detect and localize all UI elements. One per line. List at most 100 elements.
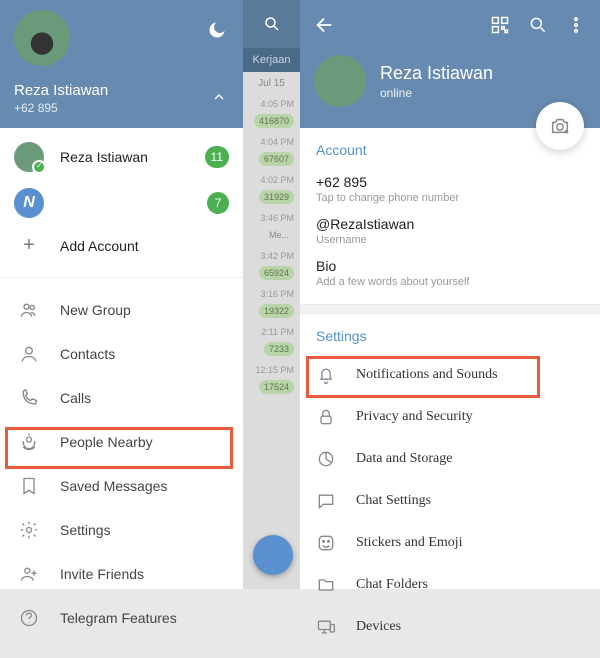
account-list: Reza Istiawan 11 N 7 + Add Account (0, 128, 243, 271)
invite-icon (14, 564, 44, 584)
bio-value: Bio (316, 258, 584, 274)
phone-icon (14, 388, 44, 408)
settings-header: Reza Istiawan online (300, 0, 600, 128)
back-icon[interactable] (314, 14, 336, 41)
chat-preview[interactable]: 12:15 PM17524 (243, 361, 300, 399)
chat-preview[interactable]: 4:02 PM31929 (243, 171, 300, 209)
bookmark-icon (14, 476, 44, 496)
chat-preview[interactable]: 2:11 PM7233 (243, 323, 300, 361)
lock-icon (316, 407, 336, 427)
menu-calls[interactable]: Calls (0, 376, 243, 420)
section-gap (300, 304, 600, 314)
profile-name: Reza Istiawan (380, 63, 493, 84)
menu-settings[interactable]: Settings (0, 508, 243, 552)
menu-contacts[interactable]: Contacts (0, 332, 243, 376)
phone-row[interactable]: +62 895 Tap to change phone number (316, 168, 584, 210)
settings-privacy[interactable]: Privacy and Security (300, 396, 600, 438)
bell-icon (316, 365, 336, 385)
group-icon (14, 300, 44, 320)
menu-new-group[interactable]: New Group (0, 288, 243, 332)
date-label: Jul 15 (243, 72, 300, 95)
divider (0, 277, 243, 278)
phone-sub: Tap to change phone number (316, 192, 584, 204)
chat-preview[interactable]: 3:16 PM19322 (243, 285, 300, 323)
emoji-icon (316, 533, 336, 553)
qr-icon[interactable] (490, 15, 510, 40)
chat-preview[interactable]: 4:04 PM67607 (243, 133, 300, 171)
active-check-icon (32, 160, 46, 174)
chat-preview-list: 4:05 PM416870 4:04 PM67607 4:02 PM31929 … (243, 95, 300, 399)
menu-invite-friends[interactable]: Invite Friends (0, 552, 243, 596)
settings-label: Stickers and Emoji (356, 535, 463, 551)
chevron-up-icon[interactable] (211, 89, 227, 110)
drawer-panel: Reza Istiawan +62 895 Reza Istiawan 11 N… (0, 0, 243, 589)
compose-fab[interactable] (253, 535, 293, 575)
night-mode-icon[interactable] (207, 20, 227, 45)
settings-folders[interactable]: Chat Folders (300, 564, 600, 606)
menu-label: Calls (60, 390, 91, 406)
settings-label: Chat Settings (356, 493, 431, 509)
pie-icon (316, 449, 336, 469)
folder-icon (316, 575, 336, 595)
menu-saved-messages[interactable]: Saved Messages (0, 464, 243, 508)
username-row[interactable]: @RezaIstiawan Username (316, 210, 584, 252)
nearby-icon (14, 432, 44, 452)
phone-value: +62 895 (316, 174, 584, 190)
more-icon[interactable] (566, 15, 586, 40)
gear-icon (14, 520, 44, 540)
settings-label: Chat Folders (356, 577, 428, 593)
settings-chat[interactable]: Chat Settings (300, 480, 600, 522)
plus-icon: + (14, 234, 44, 257)
section-title: Settings (300, 328, 600, 344)
settings-section: Settings Notifications and Sounds Privac… (300, 314, 600, 658)
avatar[interactable] (314, 55, 366, 107)
online-status: online (380, 86, 493, 100)
menu-label: Saved Messages (60, 478, 167, 494)
menu-label: Settings (60, 522, 111, 538)
add-account-row[interactable]: + Add Account (0, 226, 243, 265)
chat-preview[interactable]: 3:42 PM65924 (243, 247, 300, 285)
menu-label: New Group (60, 302, 131, 318)
folder-tab[interactable]: Kerjaan (243, 48, 300, 72)
unread-badge: 7 (207, 192, 229, 214)
username-value: @RezaIstiawan (316, 216, 584, 232)
chat-preview[interactable]: 4:05 PM416870 (243, 95, 300, 133)
bio-row[interactable]: Bio Add a few words about yourself (316, 252, 584, 294)
menu-label: Telegram Features (60, 610, 177, 626)
account-name: Reza Istiawan (60, 149, 189, 165)
settings-label: Notifications and Sounds (356, 367, 498, 383)
settings-data[interactable]: Data and Storage (300, 438, 600, 480)
avatar: N (14, 188, 44, 218)
username-sub: Username (316, 234, 584, 246)
unread-badge: 11 (205, 146, 229, 168)
avatar[interactable] (14, 10, 70, 66)
settings-devices[interactable]: Devices (300, 606, 600, 648)
account-row[interactable]: N 7 (0, 180, 243, 226)
chat-preview[interactable]: 3:46 PMMe... (243, 209, 300, 247)
person-icon (14, 344, 44, 364)
menu-telegram-features[interactable]: Telegram Features (0, 596, 243, 640)
settings-label: Devices (356, 619, 401, 635)
chat-list-strip: Kerjaan Jul 15 4:05 PM416870 4:04 PM6760… (243, 0, 300, 589)
account-row[interactable]: Reza Istiawan 11 (0, 134, 243, 180)
settings-screen: Reza Istiawan online Account +62 895 Tap… (300, 0, 600, 589)
help-icon (14, 608, 44, 628)
menu-label: People Nearby (60, 434, 153, 450)
settings-label: Data and Storage (356, 451, 452, 467)
menu-label: Contacts (60, 346, 115, 362)
account-section: Account +62 895 Tap to change phone numb… (300, 128, 600, 304)
menu-people-nearby[interactable]: People Nearby (0, 420, 243, 464)
settings-notifications[interactable]: Notifications and Sounds (300, 354, 600, 396)
menu-label: Invite Friends (60, 566, 144, 582)
add-account-label: Add Account (60, 238, 229, 254)
devices-icon (316, 617, 336, 637)
search-icon[interactable] (243, 0, 300, 48)
drawer-menu: New Group Contacts Calls People Nearby S… (0, 284, 243, 644)
profile-name: Reza Istiawan (14, 82, 229, 99)
drawer-header: Reza Istiawan +62 895 (0, 0, 243, 128)
change-photo-fab[interactable] (536, 102, 584, 150)
settings-stickers[interactable]: Stickers and Emoji (300, 522, 600, 564)
profile-phone: +62 895 (14, 101, 229, 115)
search-icon[interactable] (528, 15, 548, 40)
bio-sub: Add a few words about yourself (316, 276, 584, 288)
